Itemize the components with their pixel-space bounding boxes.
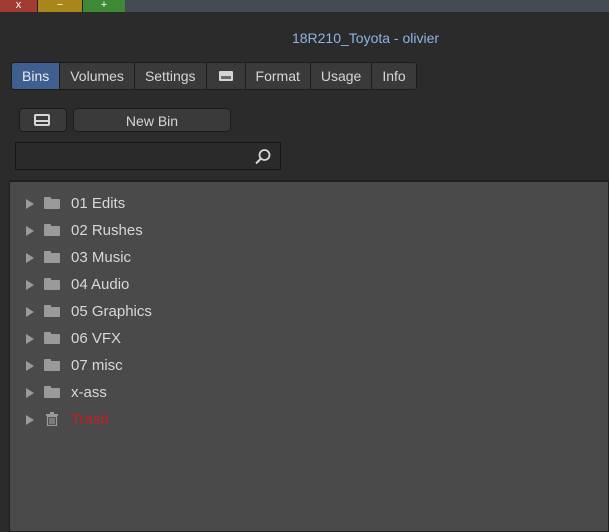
- search-icon[interactable]: [254, 148, 272, 166]
- tab-info[interactable]: Info: [372, 63, 416, 89]
- disclosure-triangle-icon[interactable]: [26, 415, 34, 425]
- disclosure-triangle-icon[interactable]: [26, 388, 34, 398]
- project-title: 18R210_Toyota - olivier: [291, 30, 440, 46]
- bin-row[interactable]: 06 VFX: [10, 325, 608, 352]
- layout-split-icon: [34, 114, 50, 126]
- bin-label: 07 misc: [71, 357, 123, 374]
- disclosure-triangle-icon[interactable]: [26, 307, 34, 317]
- folder-icon: [44, 386, 60, 398]
- folder-icon: [44, 278, 60, 290]
- folder-icon: [44, 197, 60, 209]
- disclosure-triangle-icon[interactable]: [26, 226, 34, 236]
- tab-monitor[interactable]: [206, 63, 246, 89]
- tab-bar: Bins Volumes Settings Format Usage Info: [11, 62, 417, 90]
- bin-toolbar: New Bin: [19, 108, 231, 132]
- folder-icon: [44, 251, 60, 263]
- search-input[interactable]: [20, 146, 254, 168]
- window-maximize-button[interactable]: +: [83, 0, 126, 12]
- tab-bins[interactable]: Bins: [12, 63, 61, 89]
- bin-row[interactable]: 03 Music: [10, 244, 608, 271]
- tab-usage[interactable]: Usage: [310, 63, 373, 89]
- disclosure-triangle-icon[interactable]: [26, 334, 34, 344]
- tab-format[interactable]: Format: [245, 63, 311, 89]
- disclosure-triangle-icon[interactable]: [26, 199, 34, 209]
- trash-label: Trash: [71, 411, 109, 428]
- bin-row[interactable]: 07 misc: [10, 352, 608, 379]
- bin-list: 01 Edits 02 Rushes 03 Music 04 Audio 05 …: [9, 180, 609, 532]
- bin-label: x-ass: [71, 384, 107, 401]
- folder-icon: [44, 224, 60, 236]
- tab-volumes[interactable]: Volumes: [60, 63, 135, 89]
- bin-label: 05 Graphics: [71, 303, 152, 320]
- disclosure-triangle-icon[interactable]: [26, 253, 34, 263]
- folder-icon: [44, 359, 60, 371]
- disclosure-triangle-icon[interactable]: [26, 280, 34, 290]
- folder-icon: [44, 332, 60, 344]
- bin-row[interactable]: x-ass: [10, 379, 608, 406]
- window-close-button[interactable]: x: [0, 0, 38, 12]
- tab-settings[interactable]: Settings: [134, 63, 207, 89]
- project-panel: 18R210_Toyota - olivier Bins Volumes Set…: [0, 12, 609, 532]
- window-minimize-button[interactable]: −: [38, 0, 83, 12]
- bin-label: 06 VFX: [71, 330, 122, 347]
- window-titlebar: x − +: [0, 0, 609, 13]
- bin-row[interactable]: 02 Rushes: [10, 217, 608, 244]
- bin-label: 01 Edits: [71, 195, 126, 212]
- bin-label: 03 Music: [71, 249, 132, 266]
- bin-label: 02 Rushes: [71, 222, 143, 239]
- folder-icon: [44, 305, 60, 317]
- bin-row[interactable]: 05 Graphics: [10, 298, 608, 325]
- bin-label: 04 Audio: [71, 276, 130, 293]
- bin-row[interactable]: 01 Edits: [10, 190, 608, 217]
- trash-row[interactable]: Trash: [10, 406, 608, 433]
- new-bin-button[interactable]: New Bin: [73, 108, 231, 132]
- disclosure-triangle-icon[interactable]: [26, 361, 34, 371]
- bin-search: [15, 142, 281, 170]
- layout-toggle-button[interactable]: [19, 108, 67, 132]
- monitor-icon: [218, 71, 233, 81]
- bin-row[interactable]: 04 Audio: [10, 271, 608, 298]
- trash-icon: [46, 412, 58, 426]
